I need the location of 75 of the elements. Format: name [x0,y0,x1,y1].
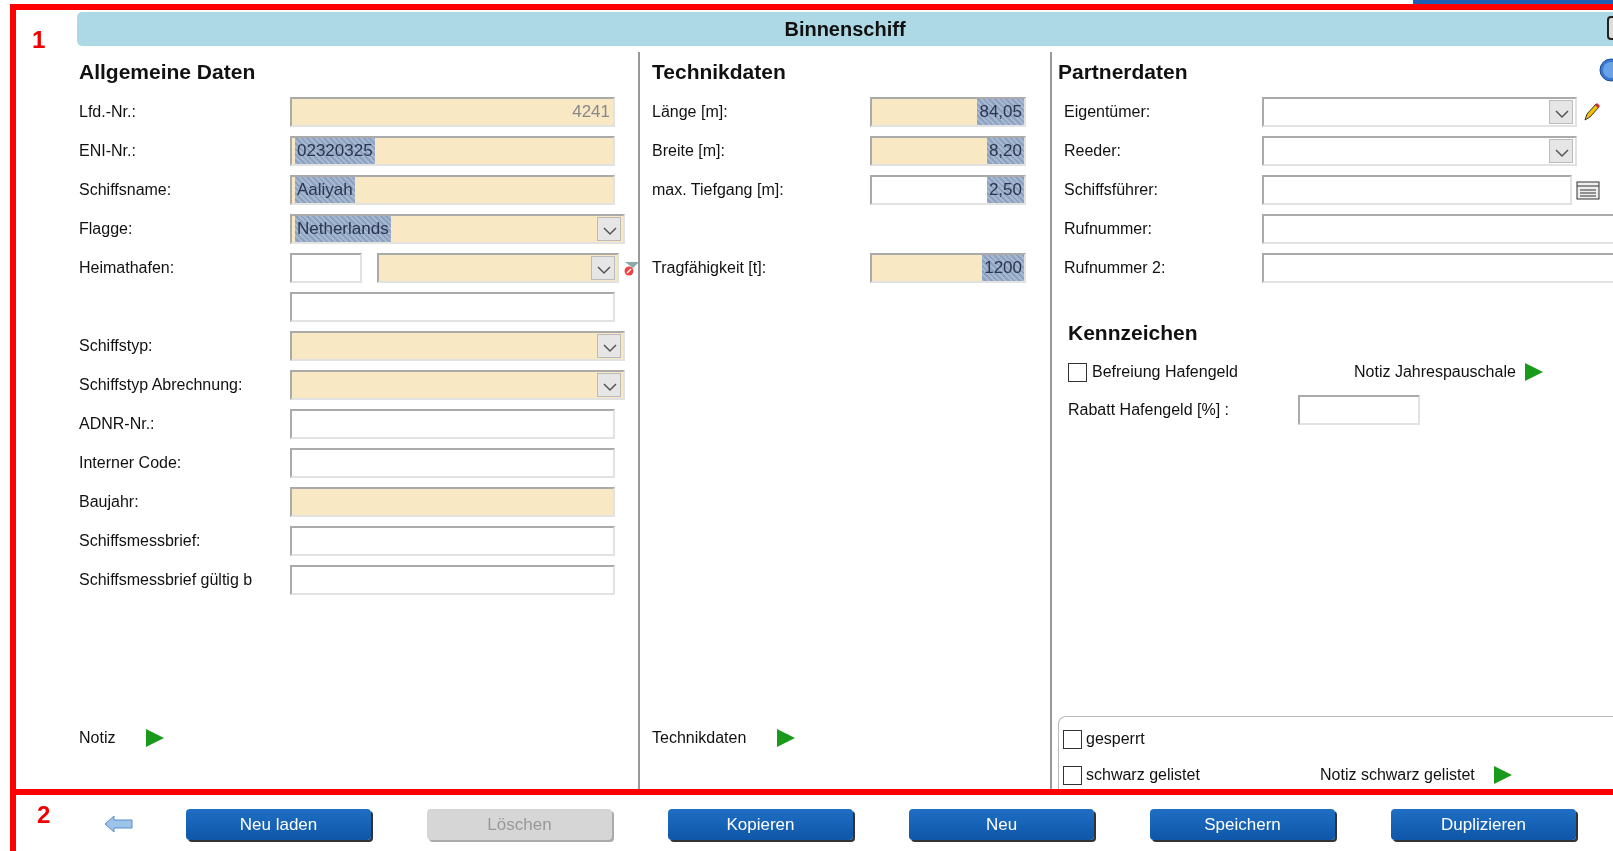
play-arrow-icon[interactable] [776,727,797,748]
field-label: Schiffsmessbrief: [79,530,202,551]
checkbox[interactable] [1063,729,1082,749]
field-label: Rufnummer: [1063,218,1154,239]
checkbox[interactable] [1068,362,1087,382]
input-field[interactable] [290,564,615,595]
dropdown-field[interactable] [377,252,619,283]
input-field[interactable] [1262,213,1613,244]
checkbox-label: gesperrt [1086,729,1146,749]
input-field[interactable]: 2,50 [870,174,1026,205]
play-arrow-icon[interactable] [1523,362,1544,382]
action-button[interactable]: Neu [909,809,1094,840]
field-label: max. Tiefgang [m]: [652,179,785,200]
input-field[interactable]: Aaliyah [290,174,615,205]
list-icon[interactable] [1576,178,1600,201]
input-field[interactable] [290,447,615,478]
dropdown-field[interactable] [290,369,625,400]
field-label: Flagge: [79,218,134,239]
play-arrow-icon[interactable] [1492,765,1513,785]
field-label: Reeder: [1063,140,1122,161]
dropdown-field[interactable] [1262,135,1577,166]
checkbox-label: Befreiung Hafengeld [1092,362,1239,382]
section-heading: Kennzeichen [1067,320,1198,347]
section-heading: Allgemeine Daten [79,59,256,86]
input-field[interactable]: 8,20 [870,135,1026,166]
field-label: Interner Code: [79,452,183,473]
field-label: Heimathafen: [79,257,176,278]
input-field[interactable] [290,408,615,439]
input-field[interactable]: 84,05 [870,96,1026,127]
play-arrow-icon[interactable] [145,727,166,748]
field-label: Schiffsführer: [1063,179,1159,200]
note-link[interactable]: Notiz Jahrespauschale [1354,360,1516,384]
field-label: Rufnummer 2: [1063,257,1167,278]
field-label: Breite [m]: [652,140,726,161]
section-number: 1 [32,26,46,53]
field-label: Tragfähigkeit [t]: [652,257,768,278]
field-label: Schiffstyp Abrechnung: [79,374,244,395]
dropdown-field[interactable] [290,330,625,361]
checkbox[interactable] [1063,765,1082,785]
action-button[interactable]: Duplizieren [1391,809,1576,840]
field-label: Länge [m]: [652,101,729,122]
field-label: ADNR-Nr.: [79,413,156,434]
field-label: Schiffstyp: [79,335,154,356]
input-field[interactable] [290,486,615,517]
pencil-icon[interactable] [1581,101,1601,122]
checkbox-label: schwarz gelistet [1086,765,1201,785]
input-field[interactable] [1262,252,1613,283]
action-button[interactable]: Kopieren [668,809,853,840]
field-label: Baujahr: [79,491,140,512]
field-label: Rabatt Hafengeld [%] : [1068,400,1230,420]
note-link[interactable]: Notiz schwarz gelistet [1320,763,1475,787]
section-number: 2 [37,801,51,828]
input-field[interactable] [1262,174,1572,205]
action-button[interactable]: Speichern [1150,809,1335,840]
action-button[interactable]: Neu laden [186,809,371,840]
field-label: Schiffsmessbrief gültig b [79,569,254,590]
section-heading: Partnerdaten [1058,59,1188,86]
input-field[interactable]: 02320325 [290,135,615,166]
dropdown-field[interactable] [1262,96,1577,127]
form-title: Binnenschiff [784,17,906,42]
section-heading: Technikdaten [652,59,786,86]
field-label: Eigentümer: [1063,101,1152,122]
input-field[interactable] [1298,395,1420,425]
input-field[interactable] [290,525,615,556]
input-field[interactable] [290,252,362,283]
back-arrow-icon[interactable] [104,815,134,833]
filter-clear-icon[interactable] [623,259,641,276]
dropdown-field[interactable]: Netherlands [290,213,625,244]
input-field[interactable]: 1200 [870,252,1026,283]
note-link[interactable]: Technikdaten [652,725,747,750]
field-label: ENI-Nr.: [79,140,137,161]
field-label: Schiffsname: [79,179,173,200]
note-link[interactable]: Notiz [79,725,116,750]
input-field[interactable] [290,291,615,322]
field-label: Lfd.-Nr.: [79,101,137,122]
